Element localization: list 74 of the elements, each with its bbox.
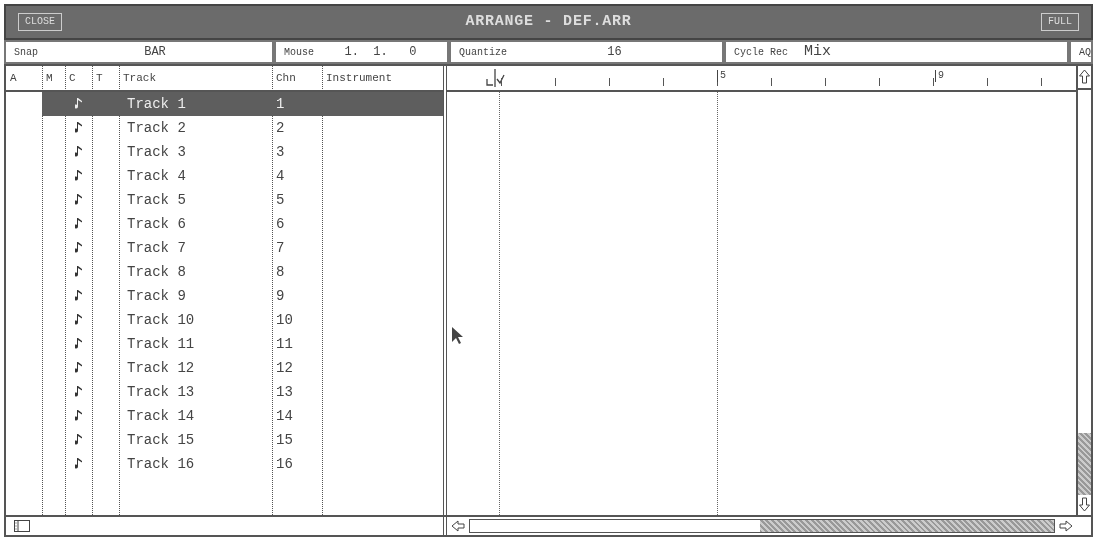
channel-number: 9 bbox=[275, 288, 285, 304]
music-note-icon bbox=[74, 170, 83, 182]
track-name[interactable]: Track 14 bbox=[119, 408, 195, 424]
channel-number: 2 bbox=[275, 120, 285, 136]
track-name[interactable]: Track 6 bbox=[119, 216, 186, 232]
channel-number: 3 bbox=[275, 144, 285, 160]
track-name[interactable]: Track 13 bbox=[119, 384, 195, 400]
track-name[interactable]: Track 16 bbox=[119, 456, 195, 472]
channel-number: 1 bbox=[275, 96, 285, 112]
music-note-icon bbox=[74, 386, 83, 398]
track-name[interactable]: Track 11 bbox=[119, 336, 195, 352]
track-name[interactable]: Track 9 bbox=[119, 288, 186, 304]
music-note-icon bbox=[74, 362, 83, 374]
music-note-icon bbox=[74, 410, 83, 422]
info-field[interactable]: Snap BAR bbox=[4, 40, 274, 64]
info-field[interactable]: Quantize 16 bbox=[449, 40, 724, 64]
track-name[interactable]: Track 12 bbox=[119, 360, 195, 376]
music-note-icon bbox=[74, 242, 83, 254]
scroll-thumb[interactable] bbox=[1078, 433, 1091, 495]
scroll-left-arrow-icon[interactable] bbox=[451, 520, 465, 532]
music-note-icon bbox=[74, 122, 83, 134]
column-header[interactable]: A bbox=[10, 71, 17, 84]
locator-icon bbox=[485, 69, 505, 87]
info-field[interactable]: Cycle Rec Mix bbox=[724, 40, 1069, 64]
column-header[interactable]: T bbox=[96, 71, 103, 84]
bar-number: 5 bbox=[717, 70, 726, 82]
channel-number: 15 bbox=[275, 432, 293, 448]
track-name[interactable]: Track 8 bbox=[119, 264, 186, 280]
channel-number: 16 bbox=[275, 456, 293, 472]
channel-number: 10 bbox=[275, 312, 293, 328]
channel-number: 8 bbox=[275, 264, 285, 280]
music-note-icon bbox=[74, 146, 83, 158]
channel-number: 6 bbox=[275, 216, 285, 232]
music-note-icon bbox=[74, 290, 83, 302]
track-name[interactable]: Track 15 bbox=[119, 432, 195, 448]
track-name[interactable]: Track 10 bbox=[119, 312, 195, 328]
scroll-right-arrow-icon[interactable] bbox=[1059, 520, 1073, 532]
track-name[interactable]: Track 5 bbox=[119, 192, 186, 208]
bar-ruler[interactable]: 5 9 bbox=[447, 66, 1076, 92]
music-note-icon bbox=[74, 338, 83, 350]
window-title: ARRANGE - DEF.ARR bbox=[465, 11, 632, 32]
selected-track-row[interactable]: Track 1 1 bbox=[42, 92, 443, 116]
column-header[interactable]: M bbox=[46, 71, 53, 84]
channel-number: 7 bbox=[275, 240, 285, 256]
close-button[interactable]: CLOSE bbox=[18, 13, 62, 31]
channel-number: 13 bbox=[275, 384, 293, 400]
column-header[interactable]: C bbox=[69, 71, 76, 84]
column-header[interactable]: Track bbox=[123, 71, 156, 84]
track-name[interactable]: Track 3 bbox=[119, 144, 186, 160]
scroll-thumb[interactable] bbox=[760, 520, 1054, 532]
list-toggle-icon[interactable] bbox=[14, 520, 30, 532]
info-field[interactable]: Mouse 1. 1. 0 bbox=[274, 40, 449, 64]
channel-number: 14 bbox=[275, 408, 293, 424]
track-name[interactable]: Track 2 bbox=[119, 120, 186, 136]
mouse-pointer-icon bbox=[452, 327, 464, 345]
info-field[interactable]: AQ bbox=[1069, 40, 1093, 64]
music-note-icon bbox=[74, 218, 83, 230]
channel-number: 11 bbox=[275, 336, 293, 352]
music-note-icon bbox=[74, 434, 83, 446]
bar-number: 9 bbox=[935, 70, 944, 82]
channel-number: 12 bbox=[275, 360, 293, 376]
column-header[interactable]: Instrument bbox=[326, 71, 392, 84]
music-note-icon bbox=[74, 98, 83, 110]
full-button[interactable]: FULL bbox=[1041, 13, 1079, 31]
music-note-icon bbox=[74, 266, 83, 278]
music-note-icon bbox=[74, 458, 83, 470]
music-note-icon bbox=[74, 314, 83, 326]
music-note-icon bbox=[74, 194, 83, 206]
track-name[interactable]: Track 4 bbox=[119, 168, 186, 184]
column-header[interactable]: Chn bbox=[276, 71, 296, 84]
track-name[interactable]: Track 7 bbox=[119, 240, 186, 256]
channel-number: 5 bbox=[275, 192, 285, 208]
channel-number: 4 bbox=[275, 168, 285, 184]
track-name[interactable]: Track 1 bbox=[119, 96, 186, 112]
